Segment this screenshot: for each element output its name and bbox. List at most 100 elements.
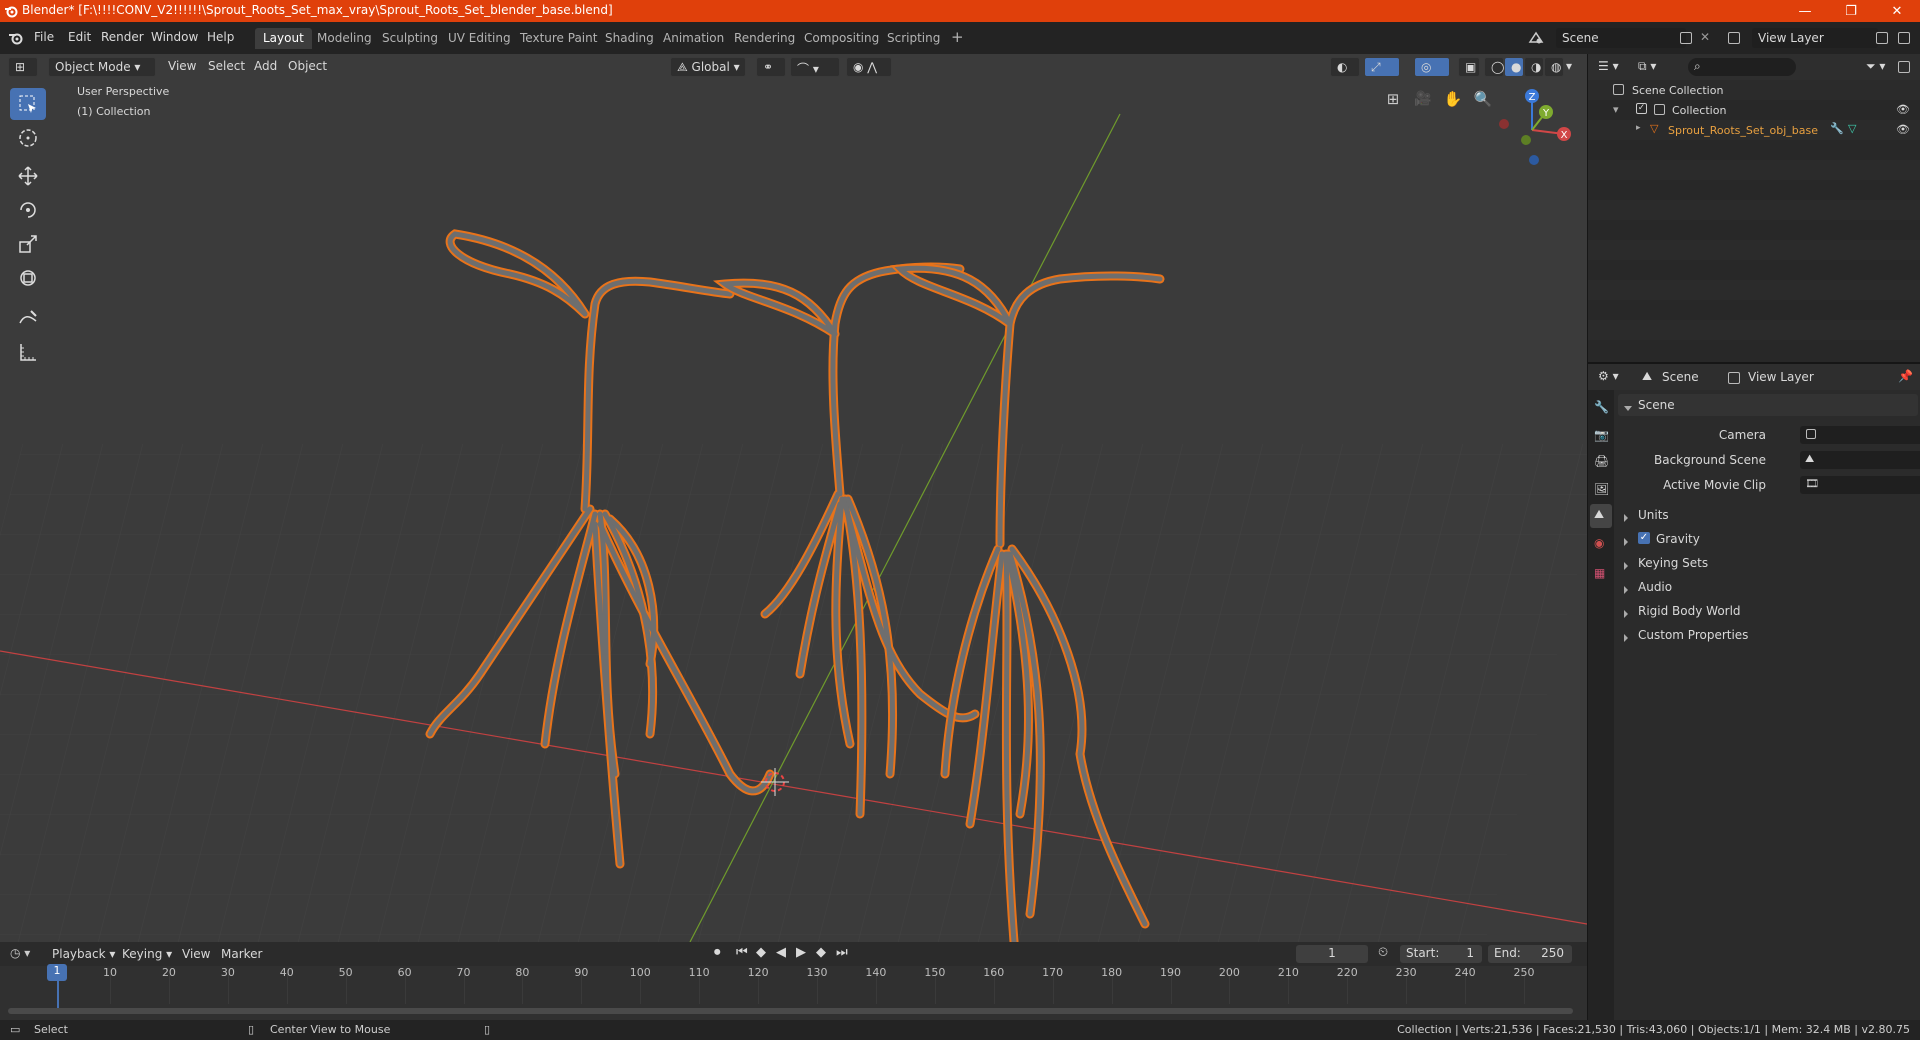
timeline-scrollbar[interactable] — [8, 1008, 1573, 1014]
outliner-editor-type-icon[interactable]: ☰ ▾ — [1598, 59, 1619, 73]
xray-icon[interactable]: ▣ — [1458, 57, 1480, 77]
timeline-editor[interactable]: ◷ ▾ Playback ▾ Keying ▾ View Marker ⏺ ⏮ … — [0, 942, 1587, 1020]
blender-menu-icon[interactable] — [8, 31, 24, 45]
new-collection-icon[interactable] — [1898, 61, 1910, 73]
annotate-tool[interactable] — [10, 302, 46, 334]
outliner-row-scene-collection[interactable]: Scene Collection — [1588, 80, 1920, 100]
timeline-menu-view[interactable]: View — [182, 947, 210, 961]
measure-tool[interactable] — [10, 336, 46, 368]
camera-view-icon[interactable]: 🎥 — [1410, 86, 1436, 112]
outliner-search-input[interactable]: ⌕ — [1688, 58, 1796, 76]
view-layer-icon[interactable] — [1728, 32, 1740, 44]
properties-tab-scene[interactable]: Scene — [1662, 370, 1699, 384]
cursor-tool[interactable] — [10, 122, 46, 154]
outliner-row-object[interactable]: ▸ ▽ Sprout_Roots_Set_obj_base 🔧 ▽ 👁 — [1588, 120, 1920, 140]
camera-field[interactable]: ✒ — [1800, 426, 1920, 444]
material-shading-icon[interactable]: ◑ — [1524, 57, 1544, 77]
editor-type-icon[interactable]: ⊞ — [8, 57, 38, 77]
tab-rendering[interactable]: Rendering — [726, 28, 803, 49]
keying-sets-panel-header[interactable]: Keying Sets — [1618, 552, 1918, 574]
current-frame-field[interactable]: 1 — [1296, 945, 1368, 963]
new-scene-icon[interactable] — [1680, 32, 1692, 44]
timeline-menu-keying[interactable]: Keying ▾ — [122, 947, 172, 961]
solid-shading-icon[interactable]: ● — [1504, 57, 1524, 77]
tab-sculpting[interactable]: Sculpting — [374, 28, 446, 49]
new-view-layer-icon[interactable] — [1876, 32, 1888, 44]
background-scene-field[interactable]: ⛰ — [1800, 451, 1920, 469]
snap-icon[interactable]: ⌒ ▾ — [790, 57, 840, 77]
world-tab-icon[interactable]: ◉ — [1594, 536, 1604, 550]
menu-render[interactable]: Render — [101, 30, 144, 44]
scene-icon[interactable] — [1528, 30, 1544, 46]
proportional-edit-icon[interactable]: ◉ ⋀ — [846, 57, 892, 77]
close-button[interactable]: ✕ — [1874, 0, 1920, 22]
properties-tab-view-layer[interactable]: View Layer — [1748, 370, 1814, 384]
timeline-editor-type-icon[interactable]: ◷ ▾ — [10, 946, 30, 960]
display-mode-icon[interactable]: ⧉ ▾ — [1638, 59, 1656, 74]
timeline-menu-playback[interactable]: Playback ▾ — [52, 947, 115, 961]
toggle-camera-grid-icon[interactable]: ⊞ — [1380, 86, 1406, 112]
output-tab-icon[interactable]: 🖨 — [1594, 454, 1609, 468]
rendered-shading-icon[interactable]: ◍ — [1544, 57, 1564, 77]
menu-window[interactable]: Window — [151, 30, 198, 44]
gravity-checkbox[interactable]: ✓ — [1638, 532, 1650, 544]
custom-properties-panel-header[interactable]: Custom Properties — [1618, 624, 1918, 646]
outliner-row-collection[interactable]: ▾ ✓ Collection 👁 — [1588, 100, 1920, 120]
delete-scene-icon[interactable]: ✕ — [1700, 30, 1710, 44]
view-layer-field[interactable]: View Layer — [1752, 28, 1878, 48]
gizmo-toggle-icon[interactable]: ⤢ — [1364, 57, 1400, 77]
zoom-view-icon[interactable]: 🔍 — [1470, 86, 1496, 112]
object-visibility-icon[interactable]: 👁 — [1896, 123, 1910, 136]
scene-name-field[interactable]: Scene — [1556, 28, 1686, 48]
expand-collection-icon[interactable]: ▾ — [1613, 103, 1619, 116]
tab-texture-paint[interactable]: Texture Paint — [512, 28, 605, 49]
play-icon[interactable]: ▶ — [796, 945, 806, 960]
menu-edit[interactable]: Edit — [68, 30, 91, 44]
tab-modeling[interactable]: Modeling — [309, 28, 380, 49]
pivot-icon[interactable]: ⚭ — [756, 57, 786, 77]
pan-view-icon[interactable]: ✋ — [1440, 86, 1466, 112]
tab-scripting[interactable]: Scripting — [879, 28, 948, 49]
view-layer-props-tab-icon[interactable]: 🖼 — [1594, 482, 1609, 496]
select-box-tool[interactable] — [10, 88, 46, 120]
scale-tool[interactable] — [10, 228, 46, 260]
visibility-icon[interactable]: ◐ — [1330, 57, 1360, 77]
end-frame-field[interactable]: End: 250 — [1488, 945, 1572, 963]
3d-viewport[interactable]: ⊞ Object Mode ▾ View Select Add Object ⟁… — [0, 54, 1587, 942]
overlay-toggle-icon[interactable]: ◎ — [1414, 57, 1450, 77]
properties-panel[interactable]: ⚙ ▾ ⛰ Scene View Layer 📌 🔧 📷 🖨 🖼 ⛰ ◉ ▦ S… — [1587, 362, 1920, 1020]
remove-view-layer-icon[interactable] — [1898, 32, 1910, 44]
start-frame-field[interactable]: Start: 1 — [1400, 945, 1482, 963]
tab-shading[interactable]: Shading — [597, 28, 662, 49]
render-tab-icon[interactable]: 📷 — [1594, 428, 1609, 442]
collection-visibility-icon[interactable]: 👁 — [1896, 103, 1910, 116]
pin-icon[interactable]: 📌 — [1898, 369, 1913, 383]
navigation-gizmo[interactable]: Z X Y — [1490, 88, 1574, 172]
rigid-body-world-panel-header[interactable]: Rigid Body World — [1618, 600, 1918, 622]
wireframe-shading-icon[interactable]: ◯ — [1484, 57, 1504, 77]
move-tool[interactable] — [10, 160, 46, 192]
jump-end-icon[interactable]: ⏭ — [836, 945, 848, 960]
gravity-panel-header[interactable]: ✓ Gravity — [1618, 528, 1918, 550]
record-icon[interactable]: ⏺ — [714, 945, 721, 960]
menu-add[interactable]: Add — [254, 59, 277, 73]
minimize-button[interactable]: — — [1782, 0, 1828, 22]
tool-tab-icon[interactable]: 🔧 — [1594, 400, 1609, 414]
modifier-wrench-icon[interactable]: 🔧 — [1830, 122, 1844, 135]
mesh-data-icon[interactable]: ▽ — [1848, 122, 1856, 135]
maximize-button[interactable]: ❐ — [1828, 0, 1874, 22]
transform-orientation-selector[interactable]: ⟁ Global ▾ — [670, 57, 746, 77]
mode-selector[interactable]: Object Mode ▾ — [48, 57, 156, 77]
menu-object[interactable]: Object — [288, 59, 327, 73]
tab-compositing[interactable]: Compositing — [796, 28, 887, 49]
timeline-playhead[interactable]: 1 — [47, 964, 67, 981]
gizmo-neg-y-icon[interactable] — [1521, 135, 1531, 145]
menu-select[interactable]: Select — [208, 59, 245, 73]
gizmo-neg-z-icon[interactable] — [1529, 155, 1539, 165]
units-panel-header[interactable]: Units — [1618, 504, 1918, 526]
next-keyframe-icon[interactable]: ◆ — [816, 945, 826, 960]
outliner-panel[interactable]: ☰ ▾ ⧉ ▾ ⌕ ⏷ ▾ Scene Collection ▾ ✓ Colle… — [1587, 54, 1920, 362]
menu-help[interactable]: Help — [207, 30, 234, 44]
filter-icon[interactable]: ⏷ ▾ — [1866, 59, 1885, 74]
collection-checkbox[interactable]: ✓ — [1636, 103, 1647, 114]
